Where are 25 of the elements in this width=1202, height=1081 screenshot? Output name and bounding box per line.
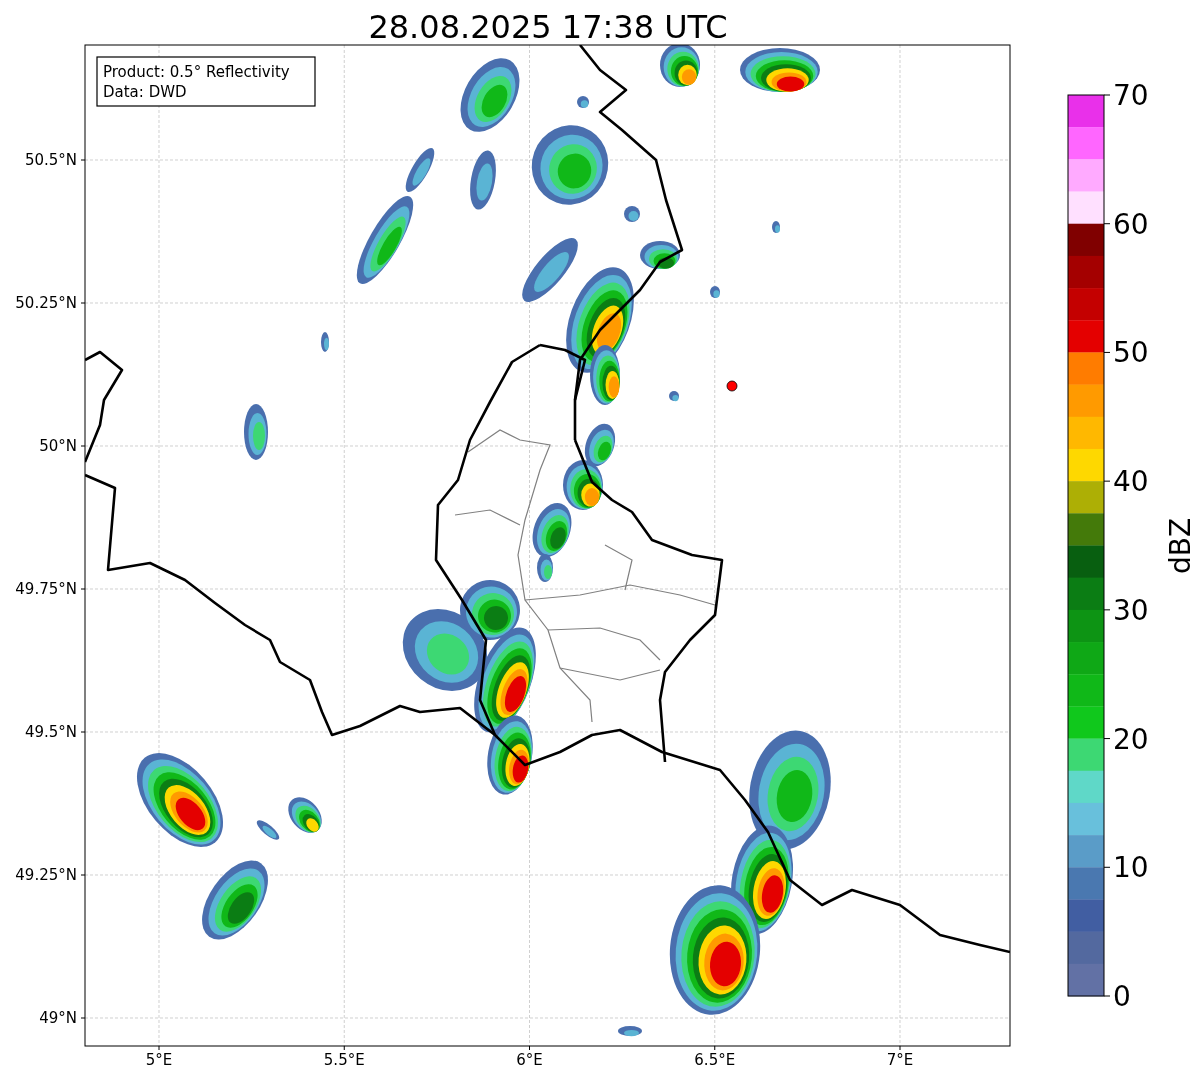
axis-tick-label: 6°E [516, 1051, 543, 1069]
axis-tick-label: 49.5°N [24, 723, 77, 741]
info-line: Product: 0.5° Reflectivity [103, 63, 290, 81]
axis-tick-label: 49°N [39, 1009, 77, 1027]
colorbar-tick-label: 10 [1113, 851, 1149, 885]
colorbar-tick-label: 70 [1113, 79, 1149, 112]
colorbar-label: dBZ [1164, 517, 1197, 575]
axis-tick-label: 5°E [145, 1051, 173, 1069]
axis-tick-label: 50.25°N [15, 294, 77, 312]
axis-tick-label: 49.75°N [15, 580, 77, 598]
chart-title: 28.08.2025 17:38 UTC [368, 8, 728, 46]
colorbar-tick-label: 50 [1113, 336, 1149, 370]
colorbar-tick-label: 0 [1113, 980, 1131, 1013]
axis-tick-label: 49.25°N [15, 866, 77, 884]
axis-tick-label: 6.5°E [694, 1051, 736, 1069]
axis-tick-label: 50.5°N [24, 151, 77, 169]
colorbar-tick-label: 30 [1113, 593, 1149, 627]
axis-tick-label: 7°E [886, 1051, 914, 1069]
colorbar-tick-label: 60 [1113, 207, 1149, 241]
location-marker [726, 380, 738, 392]
colorbar-tick-label: 40 [1113, 465, 1149, 499]
info-line: Data: DWD [103, 83, 187, 101]
colorbar-tick-label: 20 [1113, 722, 1149, 756]
axis-tick-label: 5.5°E [323, 1051, 365, 1069]
axis-tick-label: 50°N [39, 437, 77, 455]
